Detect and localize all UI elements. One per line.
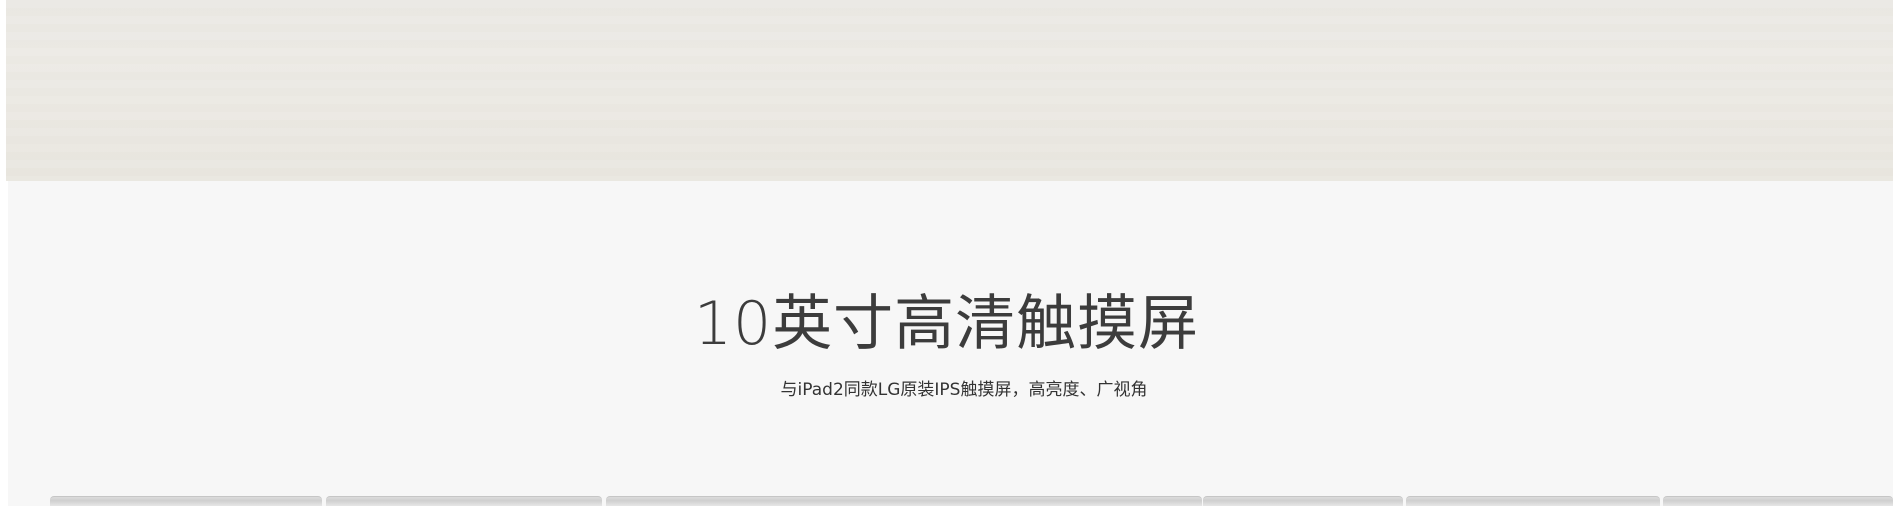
device-edge-segment [50,496,322,506]
device-edge-segment [326,496,602,506]
feature-subtitle: 与iPad2同款LG原装IPS触摸屏，高亮度、广视角 [780,380,1148,400]
feature-title: 10英寸高清触摸屏 [693,289,1200,359]
device-edge-segment [606,496,1202,506]
top-banner [6,0,1893,181]
device-edge-segment [1406,496,1660,506]
product-page: 10英寸高清触摸屏 与iPad2同款LG原装IPS触摸屏，高亮度、广视角 [0,0,1893,506]
device-edge-segment [1663,496,1893,506]
device-edge-segment [1203,496,1403,506]
banner-texture [6,0,1893,181]
device-image-edge [50,496,1893,506]
